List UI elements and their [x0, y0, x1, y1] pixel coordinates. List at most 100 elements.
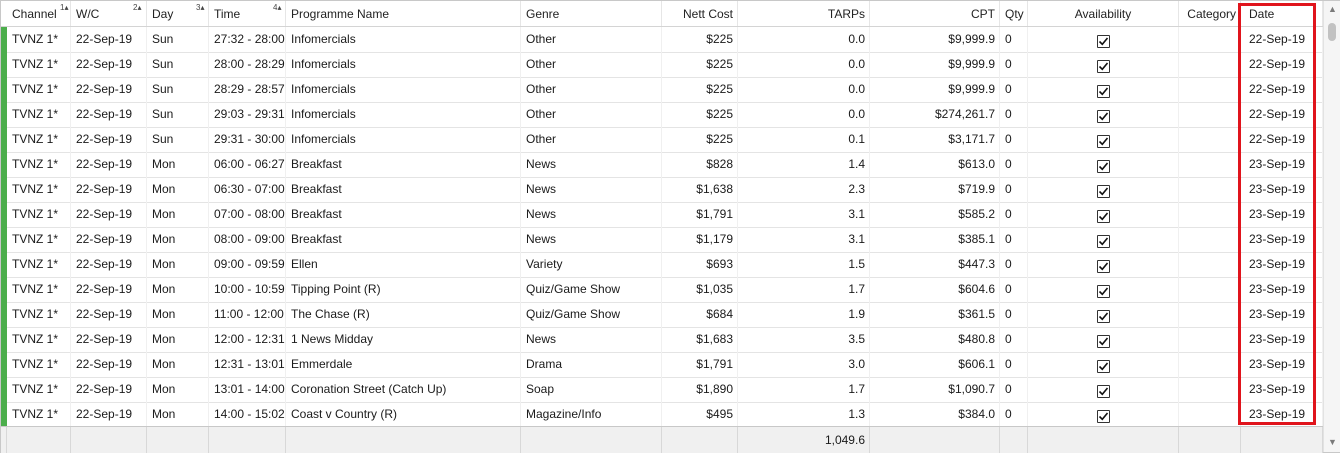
cell-date: 23-Sep-19 [1241, 402, 1323, 427]
cell-date: 23-Sep-19 [1241, 177, 1323, 202]
cell-channel: TVNZ 1* [7, 127, 71, 152]
cell-tarps: 1.3 [738, 402, 870, 427]
cell-programme: Infomercials [286, 102, 521, 127]
cell-availability [1028, 202, 1179, 227]
table-row[interactable]: TVNZ 1* 22-Sep-19 Mon 09:00 - 09:59 Ellen Var… [1, 252, 1323, 278]
availability-checkbox[interactable] [1096, 210, 1110, 223]
cell-genre: Quiz/Game Show [521, 277, 662, 302]
column-header-wc[interactable]: W/C 2▴ [71, 1, 147, 26]
vertical-scrollbar[interactable]: ▲ ▼ [1323, 1, 1340, 452]
cell-qty: 0 [1000, 352, 1028, 377]
table-row[interactable]: TVNZ 1* 22-Sep-19 Sun 29:31 - 30:00 Infomerc… [1, 127, 1323, 153]
availability-checkbox[interactable] [1096, 360, 1110, 373]
column-header-label: Availability [1074, 7, 1132, 21]
scroll-down-icon[interactable]: ▼ [1328, 437, 1337, 447]
column-header-genre[interactable]: Genre [521, 1, 662, 26]
cell-programme: 1 News Midday [286, 327, 521, 352]
cell-date: 22-Sep-19 [1241, 77, 1323, 102]
table-row[interactable]: TVNZ 1* 22-Sep-19 Sun 29:03 - 29:31 Infomerc… [1, 102, 1323, 128]
cell-nett-cost: $1,683 [662, 327, 738, 352]
cell-nett-cost: $693 [662, 252, 738, 277]
availability-checkbox[interactable] [1096, 310, 1110, 323]
footer-cell [521, 427, 662, 453]
cell-date: 23-Sep-19 [1241, 377, 1323, 402]
cell-wc: 22-Sep-19 [71, 77, 147, 102]
availability-checkbox[interactable] [1096, 85, 1110, 98]
column-header-qty[interactable]: Qty [1000, 1, 1028, 26]
cell-qty: 0 [1000, 127, 1028, 152]
availability-checkbox[interactable] [1096, 60, 1110, 73]
availability-checkbox[interactable] [1096, 135, 1110, 148]
availability-checkbox[interactable] [1096, 235, 1110, 248]
footer-cell [870, 427, 1000, 453]
cell-day: Sun [147, 127, 209, 152]
availability-checkbox[interactable] [1096, 185, 1110, 198]
availability-checkbox[interactable] [1096, 110, 1110, 123]
cell-programme: Infomercials [286, 27, 521, 52]
cell-date: 22-Sep-19 [1241, 27, 1323, 52]
table-row[interactable]: TVNZ 1* 22-Sep-19 Mon 07:00 - 08:00 Breakfas… [1, 202, 1323, 228]
cell-day: Mon [147, 177, 209, 202]
cell-cpt: $384.0 [870, 402, 1000, 427]
column-header-day[interactable]: Day 3▴ [147, 1, 209, 26]
table-row[interactable]: TVNZ 1* 22-Sep-19 Mon 06:00 - 06:27 Breakfas… [1, 152, 1323, 178]
cell-nett-cost: $1,890 [662, 377, 738, 402]
cell-day: Sun [147, 77, 209, 102]
cell-day: Mon [147, 227, 209, 252]
availability-checkbox[interactable] [1096, 335, 1110, 348]
column-header-time[interactable]: Time 4▴ [209, 1, 286, 26]
cell-time: 09:00 - 09:59 [209, 252, 286, 277]
scroll-up-icon[interactable]: ▲ [1328, 4, 1337, 14]
table-row[interactable]: TVNZ 1* 22-Sep-19 Mon 14:00 - 15:02 Coast v … [1, 402, 1323, 428]
table-row[interactable]: TVNZ 1* 22-Sep-19 Mon 13:01 - 14:00 Coronati… [1, 377, 1323, 403]
cell-category [1179, 377, 1241, 402]
footer-cell [1028, 427, 1179, 453]
scrollbar-thumb[interactable] [1328, 23, 1336, 41]
cell-genre: Variety [521, 252, 662, 277]
availability-checkbox[interactable] [1096, 160, 1110, 173]
availability-checkbox[interactable] [1096, 285, 1110, 298]
availability-checkbox[interactable] [1096, 35, 1110, 48]
column-header-nett-cost[interactable]: Nett Cost [662, 1, 738, 26]
column-header-tarps[interactable]: TARPs [738, 1, 870, 26]
checkmark-icon [1098, 412, 1108, 421]
cell-programme: Breakfast [286, 177, 521, 202]
cell-genre: Magazine/Info [521, 402, 662, 427]
grid-header: Channel 1▴ W/C 2▴ Day 3▴ Time 4▴ Program… [1, 1, 1323, 27]
column-header-availability[interactable]: Availability [1028, 1, 1179, 26]
cell-programme: Infomercials [286, 127, 521, 152]
table-row[interactable]: TVNZ 1* 22-Sep-19 Sun 27:32 - 28:00 Infomerc… [1, 27, 1323, 53]
footer-cell [147, 427, 209, 453]
column-header-channel[interactable]: Channel 1▴ [7, 1, 71, 26]
cell-channel: TVNZ 1* [7, 302, 71, 327]
cell-channel: TVNZ 1* [7, 202, 71, 227]
cell-tarps: 1.5 [738, 252, 870, 277]
column-header-category[interactable]: Category [1179, 1, 1241, 26]
table-row[interactable]: TVNZ 1* 22-Sep-19 Mon 08:00 - 09:00 Breakfas… [1, 227, 1323, 253]
table-row[interactable]: TVNZ 1* 22-Sep-19 Mon 11:00 - 12:00 The Chas… [1, 302, 1323, 328]
table-row[interactable]: TVNZ 1* 22-Sep-19 Mon 12:00 - 12:31 1 News M… [1, 327, 1323, 353]
cell-nett-cost: $495 [662, 402, 738, 427]
availability-checkbox[interactable] [1096, 410, 1110, 423]
programme-grid: Channel 1▴ W/C 2▴ Day 3▴ Time 4▴ Program… [0, 0, 1340, 453]
footer-tarps-total: 1,049.6 [738, 427, 870, 453]
column-header-date[interactable]: Date [1241, 1, 1323, 26]
availability-checkbox[interactable] [1096, 385, 1110, 398]
table-row[interactable]: TVNZ 1* 22-Sep-19 Mon 06:30 - 07:00 Breakfas… [1, 177, 1323, 203]
cell-genre: News [521, 152, 662, 177]
table-row[interactable]: TVNZ 1* 22-Sep-19 Sun 28:29 - 28:57 Infomerc… [1, 77, 1323, 103]
table-row[interactable]: TVNZ 1* 22-Sep-19 Mon 10:00 - 10:59 Tipping … [1, 277, 1323, 303]
table-row[interactable]: TVNZ 1* 22-Sep-19 Mon 12:31 - 13:01 Emmerdal… [1, 352, 1323, 378]
column-header-programme[interactable]: Programme Name [286, 1, 521, 26]
cell-nett-cost: $1,035 [662, 277, 738, 302]
cell-genre: Other [521, 77, 662, 102]
cell-qty: 0 [1000, 402, 1028, 427]
column-header-label: Date [1249, 7, 1275, 21]
cell-category [1179, 127, 1241, 152]
sort-indicator-icon: 1▴ [60, 3, 69, 12]
availability-checkbox[interactable] [1096, 260, 1110, 273]
table-row[interactable]: TVNZ 1* 22-Sep-19 Sun 28:00 - 28:29 Infomerc… [1, 52, 1323, 78]
column-header-cpt[interactable]: CPT [870, 1, 1000, 26]
cell-programme: Infomercials [286, 77, 521, 102]
cell-availability [1028, 277, 1179, 302]
